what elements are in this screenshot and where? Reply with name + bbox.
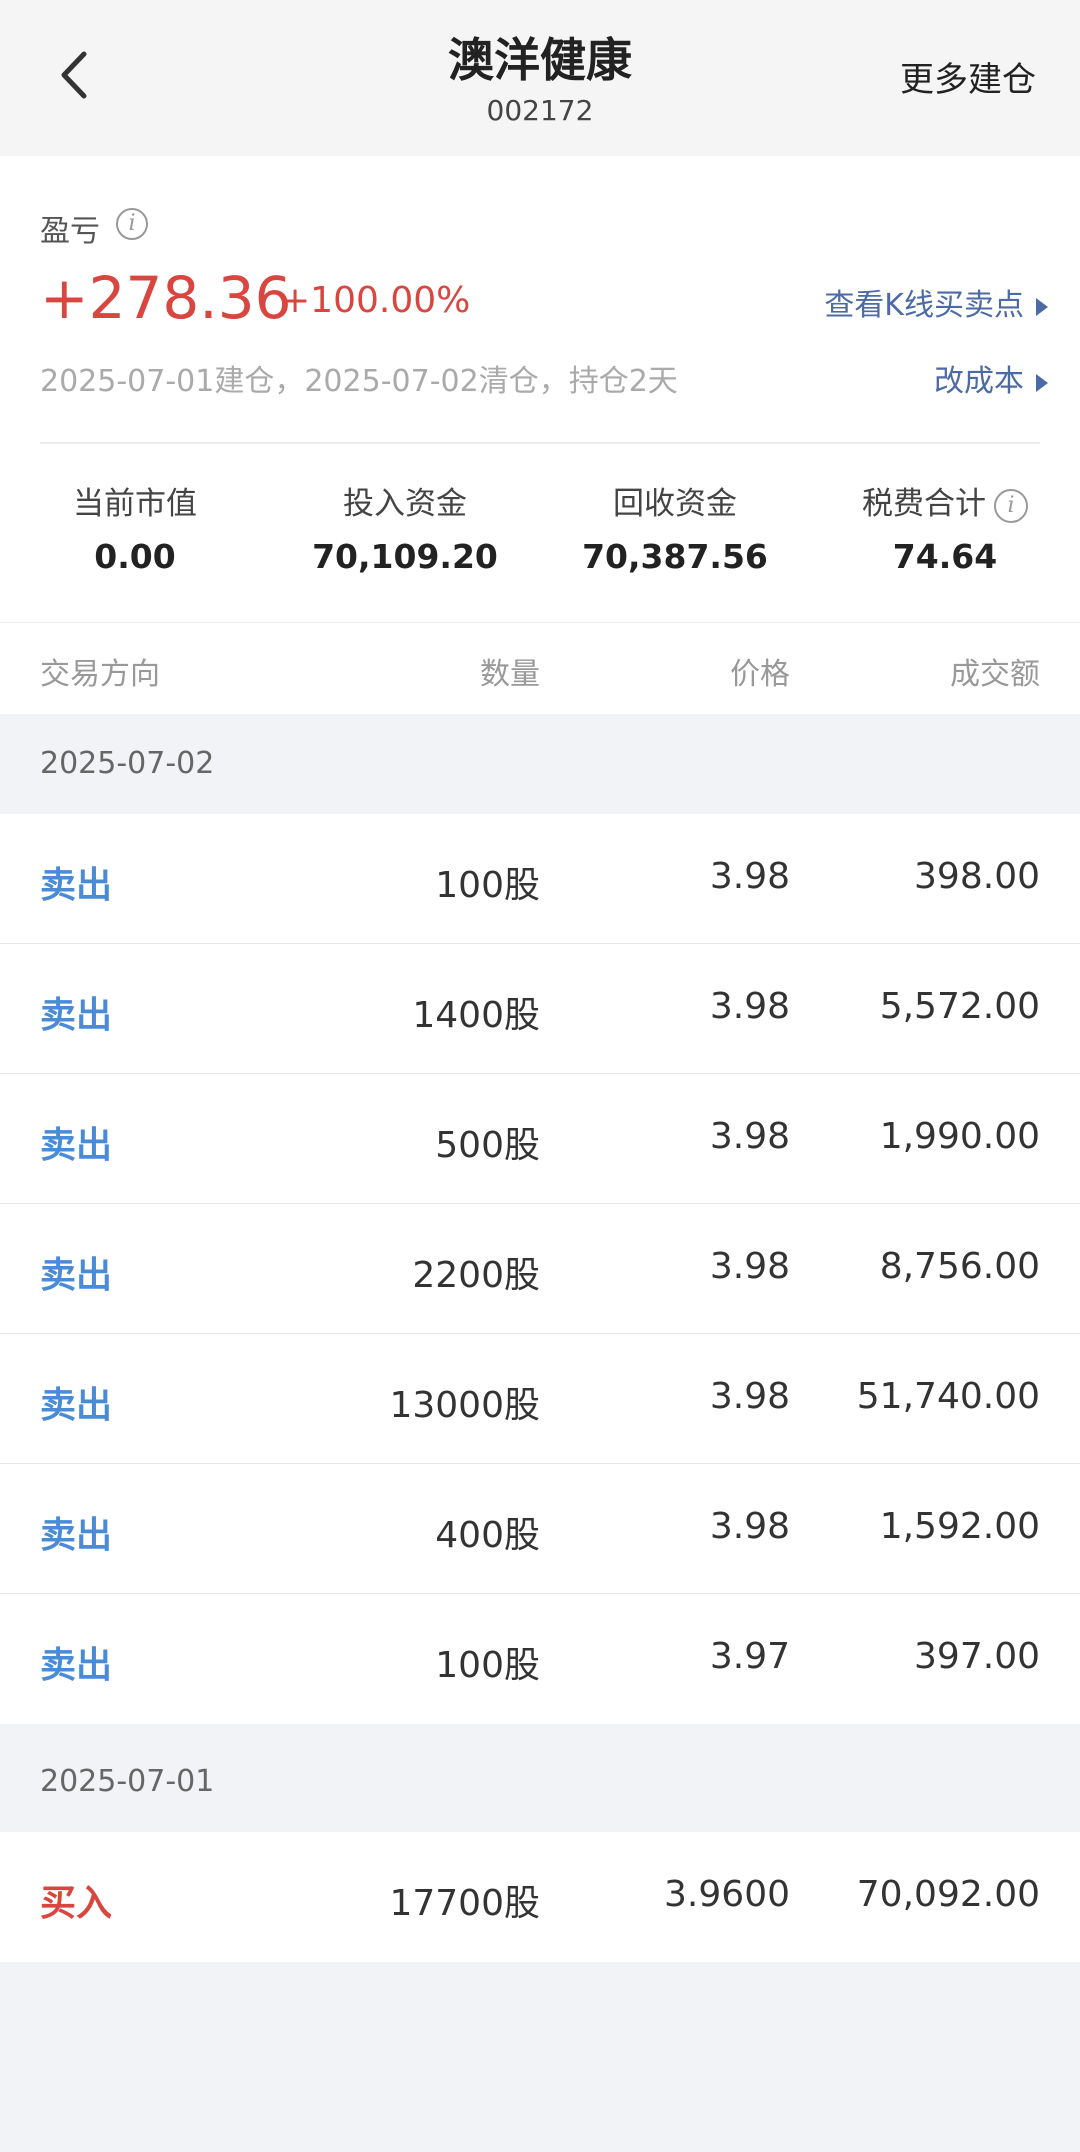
trade-price: 3.98 — [709, 1376, 790, 1417]
stat-market-value: 当前市值 0.00 — [0, 478, 270, 576]
stat-label: 税费合计 i — [810, 478, 1080, 523]
trade-amount: 398.00 — [914, 856, 1040, 897]
trade-qty: 13000股 — [389, 1385, 540, 1426]
trade-direction: 卖出 — [40, 865, 113, 906]
trade-amount: 70,092.00 — [856, 1874, 1040, 1915]
col-direction: 交易方向 — [40, 657, 160, 692]
stat-invested: 投入资金 70,109.20 — [270, 478, 540, 576]
trade-direction: 卖出 — [40, 995, 113, 1036]
table-row[interactable]: 卖出 500股 3.98 1,990.00 — [0, 1074, 1080, 1204]
group-date: 2025-07-01 — [40, 1764, 215, 1799]
more-positions-button[interactable]: 更多建仓 — [900, 52, 1036, 101]
trade-price: 3.98 — [709, 1116, 790, 1157]
table-row[interactable]: 卖出 400股 3.98 1,592.00 — [0, 1464, 1080, 1594]
col-qty: 数量 — [480, 657, 540, 692]
table-header: 交易方向 数量 价格 成交额 — [0, 622, 1080, 715]
pl-label-text: 盈亏 — [40, 214, 100, 249]
trade-direction: 卖出 — [40, 1515, 113, 1556]
trade-amount: 5,572.00 — [879, 986, 1040, 1027]
stat-value: 70,387.56 — [582, 537, 768, 576]
triangle-right-icon — [1036, 373, 1048, 392]
trade-qty: 2200股 — [412, 1255, 540, 1296]
holding-period: 2025-07-01建仓，2025-07-02清仓，持仓2天 — [40, 364, 678, 399]
stat-value: 74.64 — [892, 537, 998, 576]
table-row[interactable]: 卖出 100股 3.97 397.00 — [0, 1594, 1080, 1724]
group-date: 2025-07-02 — [40, 746, 215, 781]
col-amount: 成交额 — [950, 657, 1040, 692]
stat-value: 70,109.20 — [312, 537, 498, 576]
trade-qty: 17700股 — [389, 1883, 540, 1924]
stat-label: 投入资金 — [343, 486, 467, 522]
table-row[interactable]: 卖出 13000股 3.98 51,740.00 — [0, 1334, 1080, 1464]
info-icon[interactable]: i — [994, 488, 1028, 523]
summary-panel: 盈亏 i +278.36 +100.00% 2025-07-01建仓，2025-… — [0, 156, 1080, 622]
col-price: 价格 — [730, 657, 790, 692]
table-row[interactable]: 卖出 2200股 3.98 8,756.00 — [0, 1204, 1080, 1334]
trade-direction: 买入 — [40, 1883, 113, 1924]
trade-amount: 8,756.00 — [879, 1246, 1040, 1287]
trade-direction: 卖出 — [40, 1125, 113, 1166]
trade-qty: 100股 — [435, 865, 540, 906]
trade-amount: 397.00 — [914, 1636, 1040, 1677]
pl-label: 盈亏 i — [40, 206, 148, 250]
nav-header: 澳洋健康 002172 更多建仓 — [0, 0, 1080, 156]
info-icon[interactable]: i — [116, 208, 148, 240]
view-kline-label: 查看K线买卖点 — [824, 288, 1024, 323]
trade-qty: 400股 — [435, 1515, 540, 1556]
pl-value: +278.36 — [40, 264, 292, 332]
pl-percent: +100.00% — [280, 280, 471, 321]
stat-recovered: 回收资金 70,387.56 — [540, 478, 810, 576]
trade-direction: 卖出 — [40, 1645, 113, 1686]
divider — [40, 442, 1040, 444]
stat-value: 0.00 — [94, 537, 176, 576]
trade-price: 3.98 — [709, 986, 790, 1027]
trade-amount: 1,592.00 — [879, 1506, 1040, 1547]
date-group-header: 2025-07-02 — [0, 714, 1080, 814]
change-cost-link[interactable]: 改成本 — [934, 356, 1048, 400]
trade-price: 3.9600 — [664, 1874, 790, 1915]
stat-label: 回收资金 — [613, 486, 737, 522]
change-cost-label: 改成本 — [934, 364, 1024, 399]
stat-label: 当前市值 — [73, 486, 197, 522]
trade-price: 3.97 — [709, 1636, 790, 1677]
trade-price: 3.98 — [709, 1246, 790, 1287]
trade-direction: 卖出 — [40, 1255, 113, 1296]
trade-amount: 51,740.00 — [856, 1376, 1040, 1417]
stat-fees: 税费合计 i 74.64 — [810, 478, 1080, 576]
triangle-right-icon — [1036, 297, 1048, 316]
table-row[interactable]: 卖出 1400股 3.98 5,572.00 — [0, 944, 1080, 1074]
trade-qty: 500股 — [435, 1125, 540, 1166]
trade-price: 3.98 — [709, 1506, 790, 1547]
date-group-header: 2025-07-01 — [0, 1732, 1080, 1832]
trade-qty: 1400股 — [412, 995, 540, 1036]
trade-amount: 1,990.00 — [879, 1116, 1040, 1157]
table-row[interactable]: 买入 17700股 3.9600 70,092.00 — [0, 1832, 1080, 1962]
trade-qty: 100股 — [435, 1645, 540, 1686]
view-kline-link[interactable]: 查看K线买卖点 — [824, 280, 1048, 324]
trade-direction: 卖出 — [40, 1385, 113, 1426]
table-row[interactable]: 卖出 100股 3.98 398.00 — [0, 814, 1080, 944]
stat-label-text: 税费合计 — [862, 486, 986, 522]
trade-price: 3.98 — [709, 856, 790, 897]
